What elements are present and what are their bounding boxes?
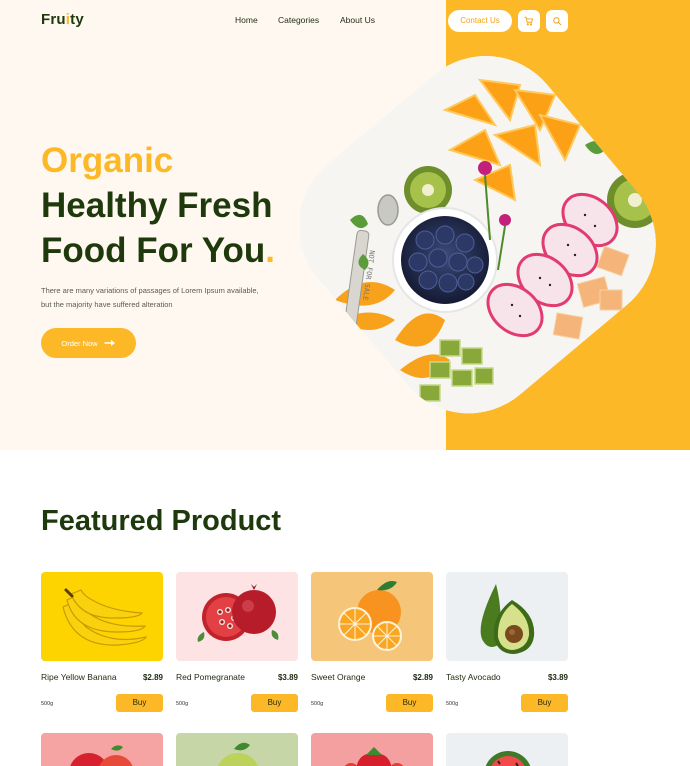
product-card-watermelon[interactable]	[446, 733, 568, 766]
hero-title-line-3-text: Food For You	[41, 231, 266, 270]
featured-section-title: Featured Product	[41, 505, 282, 537]
cart-icon	[524, 16, 533, 26]
fruit-plate-image: NOT FOR SALE	[298, 40, 690, 450]
product-weight: 500g	[311, 701, 324, 707]
hero-title-line-3: Food For You.	[41, 228, 275, 273]
order-now-label: Order Now	[61, 338, 98, 348]
product-image-orange	[311, 572, 433, 661]
product-image-apple	[70, 745, 133, 766]
logo-suffix: ty	[70, 11, 84, 28]
hero-title-period: .	[265, 231, 275, 270]
product-weight: 500g	[41, 701, 54, 707]
hero-title-line-1: Organic	[41, 141, 174, 180]
buy-button[interactable]: Buy	[251, 694, 298, 712]
product-price: $3.89	[547, 673, 568, 682]
order-now-button[interactable]: Order Now	[41, 328, 136, 358]
product-image-strawberry	[344, 747, 404, 766]
product-image-avocado	[446, 572, 568, 661]
product-card-apple[interactable]	[41, 733, 163, 766]
product-card-orange[interactable]: Sweet Orange $2.89 500g Buy	[311, 572, 433, 712]
product-card-strawberry[interactable]	[311, 733, 433, 766]
product-name: Tasty Avocado	[446, 672, 501, 682]
search-icon	[553, 17, 562, 26]
product-price: $3.89	[277, 673, 298, 682]
product-card-green-apple[interactable]	[176, 733, 298, 766]
logo[interactable]: Fruity	[41, 11, 84, 28]
product-weight: 500g	[446, 701, 459, 707]
product-price: $2.89	[412, 673, 433, 682]
buy-button[interactable]: Buy	[386, 694, 433, 712]
product-image-banana	[41, 572, 163, 661]
product-price: $2.89	[142, 673, 163, 682]
product-image-green-apple	[217, 742, 259, 766]
arrow-right-icon	[103, 340, 115, 346]
product-card-banana[interactable]: Ripe Yellow Banana $2.89 500g Buy	[41, 572, 163, 712]
nav-item-home[interactable]: Home	[235, 15, 258, 25]
hero-title-line-2: Healthy Fresh	[41, 186, 273, 225]
buy-button[interactable]: Buy	[521, 694, 568, 712]
product-card-pomegranate[interactable]: Red Pomegranate $3.89 500g Buy	[176, 572, 298, 712]
product-name: Red Pomegranate	[176, 672, 245, 682]
hero-title: Organic Healthy Fresh Food For You.	[41, 138, 275, 273]
product-image-watermelon	[485, 751, 531, 766]
product-card-avocado[interactable]: Tasty Avocado $3.89 500g Buy	[446, 572, 568, 712]
product-name: Sweet Orange	[311, 672, 366, 682]
buy-button[interactable]: Buy	[116, 694, 163, 712]
contact-us-button[interactable]: Contact Us	[448, 10, 512, 32]
cart-button[interactable]	[518, 10, 540, 32]
logo-prefix: Fru	[41, 11, 66, 28]
hero-description: There are many variations of passages of…	[41, 286, 259, 309]
search-button[interactable]	[546, 10, 568, 32]
product-name: Ripe Yellow Banana	[41, 672, 117, 682]
nav-item-about-us[interactable]: About Us	[340, 15, 375, 25]
product-weight: 500g	[176, 701, 189, 707]
nav-item-categories[interactable]: Categories	[278, 15, 319, 25]
product-image-pomegranate	[176, 572, 298, 661]
